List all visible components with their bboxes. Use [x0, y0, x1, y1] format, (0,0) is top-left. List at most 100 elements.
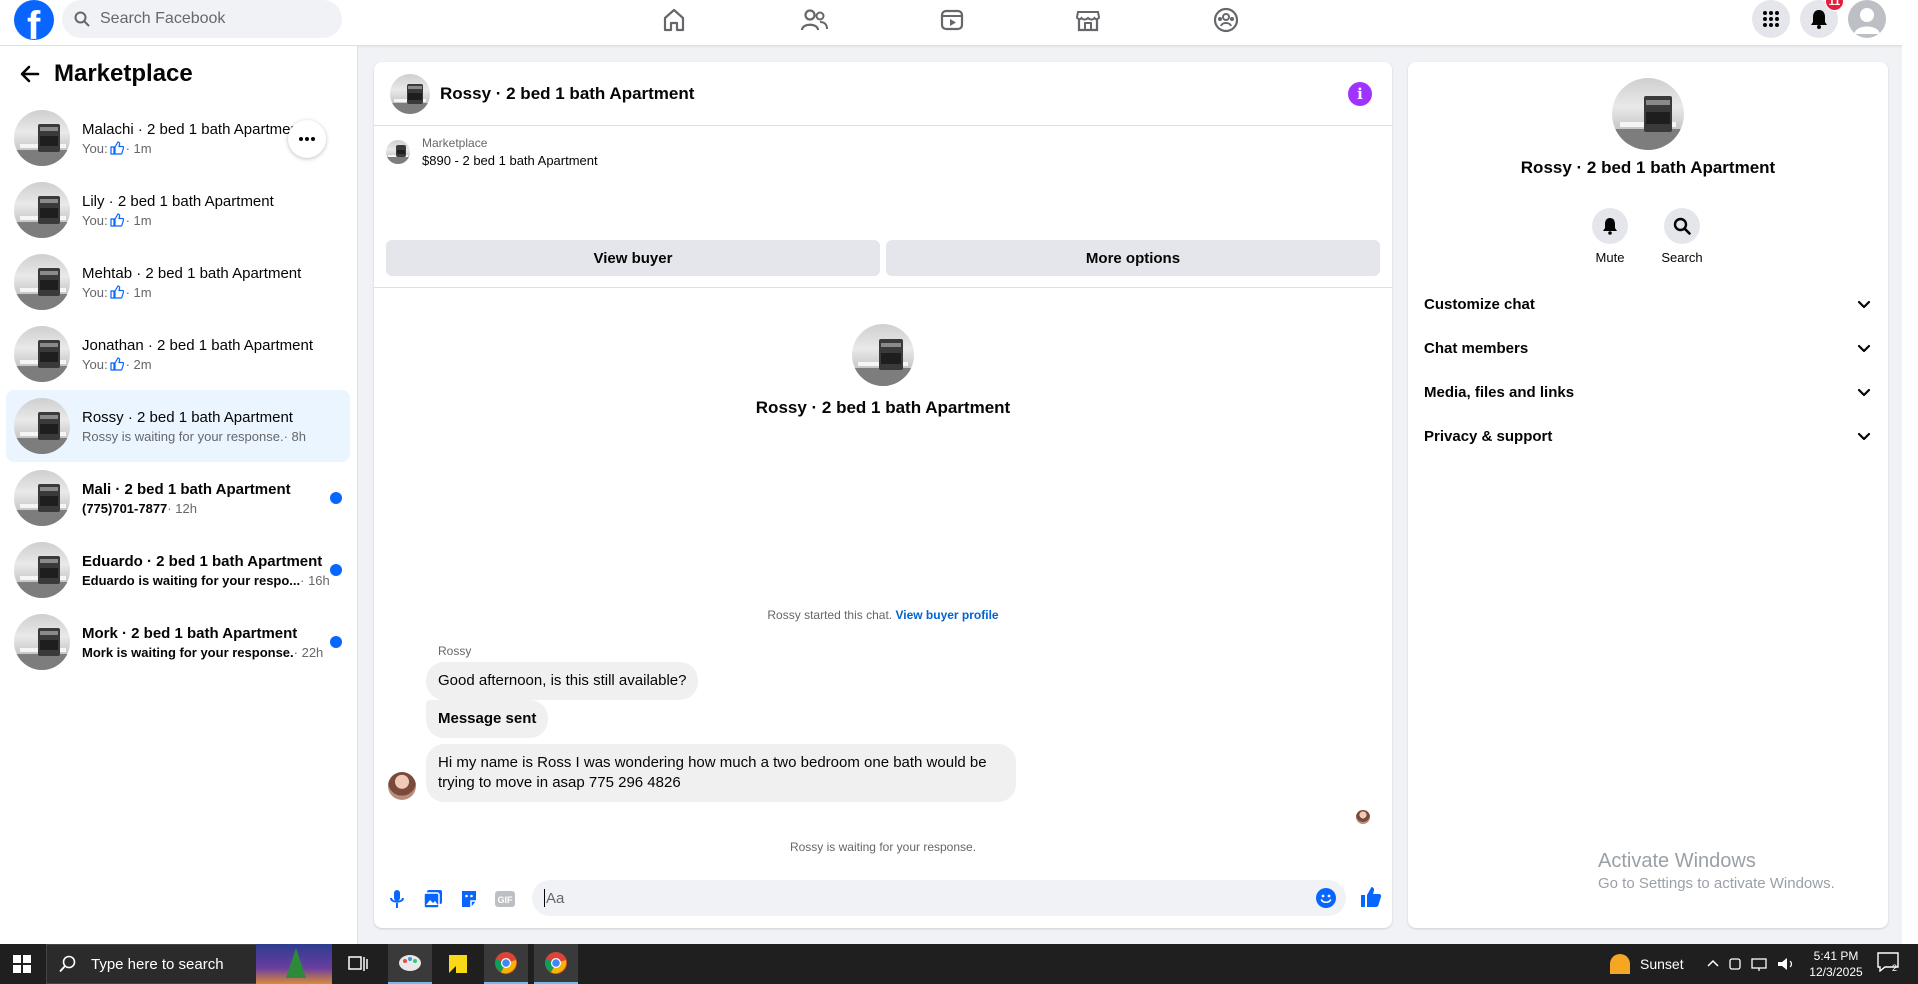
send-like-icon[interactable]	[1358, 884, 1384, 910]
conversation-item[interactable]: Mali · 2 bed 1 bath Apartment (775)701-7…	[6, 462, 350, 534]
sidebar-title: Marketplace	[54, 60, 193, 87]
profile-avatar-icon	[1854, 8, 1880, 34]
search-in-conversation-button[interactable]	[1664, 208, 1700, 244]
paint-app-icon[interactable]	[388, 944, 432, 984]
view-buyer-button[interactable]: View buyer	[386, 240, 880, 276]
home-icon[interactable]	[660, 6, 688, 34]
conversation-item-active[interactable]: Rossy · 2 bed 1 bath Apartment Rossy is …	[6, 390, 350, 462]
conversation-name: Mork · 2 bed 1 bath Apartment	[82, 624, 298, 642]
conversation-item[interactable]: Jonathan · 2 bed 1 bath Apartment You: · …	[6, 318, 350, 390]
listing-avatar	[14, 182, 70, 238]
groups-icon[interactable]	[1212, 6, 1240, 34]
search-facebook-input[interactable]: Search Facebook	[62, 0, 342, 38]
notifications-button[interactable]: 11	[1800, 0, 1844, 38]
more-options-button[interactable]: More options	[886, 240, 1380, 276]
sender-avatar[interactable]	[388, 772, 416, 800]
section-label: Customize chat	[1424, 295, 1535, 313]
windows-taskbar: Type here to search Sunset 5:41 PM 12/3/…	[0, 944, 1918, 984]
back-arrow-icon[interactable]	[18, 62, 42, 86]
customize-chat-section[interactable]: Customize chat	[1408, 282, 1888, 326]
conversation-item[interactable]: Eduardo · 2 bed 1 bath Apartment Eduardo…	[6, 534, 350, 606]
chevron-down-icon	[1857, 388, 1871, 397]
conversation-name: Mehtab · 2 bed 1 bath Apartment	[82, 264, 302, 282]
mute-action[interactable]: Mute	[1580, 208, 1640, 265]
system-tray[interactable]	[1706, 956, 1806, 975]
weather-label: Sunset	[1640, 956, 1684, 972]
chat-members-section[interactable]: Chat members	[1408, 326, 1888, 370]
message-input[interactable]: Aa	[532, 880, 1346, 916]
unread-indicator	[330, 636, 342, 648]
listing-price: $890 - 2 bed 1 bath Apartment	[422, 153, 598, 168]
listing-avatar	[14, 398, 70, 454]
taskbar-search-placeholder: Type here to search	[91, 955, 224, 973]
view-buyer-profile-link[interactable]: View buyer profile	[895, 608, 998, 622]
task-view-icon[interactable]	[336, 944, 380, 984]
message-bubble[interactable]: Hi my name is Ross I was wondering how m…	[426, 744, 1016, 802]
chevron-down-icon	[1857, 432, 1871, 441]
marketplace-icon[interactable]	[1074, 6, 1102, 34]
friends-icon[interactable]	[800, 6, 828, 34]
conversation-preview: Eduardo is waiting for your respo...	[82, 572, 301, 588]
weather-widget[interactable]: Sunset	[1610, 944, 1684, 984]
search-icon	[59, 955, 76, 973]
notification-center-count: 2	[1892, 963, 1897, 972]
section-label: Chat members	[1424, 339, 1529, 357]
conversation-item[interactable]: Malachi · 2 bed 1 bath Apartment You: · 1…	[6, 102, 350, 174]
sticker-icon[interactable]	[458, 888, 480, 910]
details-avatar[interactable]	[1612, 78, 1684, 150]
chat-started-text: Rossy started this chat.	[767, 608, 893, 622]
chat-title[interactable]: Rossy · 2 bed 1 bath Apartment	[440, 84, 694, 104]
sticky-notes-icon[interactable]	[436, 944, 480, 984]
conversation-item[interactable]: Lily · 2 bed 1 bath Apartment You: · 1m	[6, 174, 350, 246]
account-avatar-button[interactable]	[1848, 0, 1886, 38]
media-files-links-section[interactable]: Media, files and links	[1408, 370, 1888, 414]
search-highlight-art[interactable]	[256, 944, 332, 984]
section-label: Media, files and links	[1424, 383, 1575, 401]
windows-start-button[interactable]	[0, 944, 44, 984]
photo-attach-icon[interactable]	[422, 888, 444, 910]
gif-icon[interactable]: GIF	[494, 888, 516, 910]
chrome-profile-icon[interactable]	[534, 944, 578, 984]
message-bubble[interactable]: Message sent	[426, 700, 549, 738]
details-name: Rossy · 2 bed 1 bath Apartment	[1520, 158, 1776, 177]
listing-avatar	[14, 110, 70, 166]
conversation-time: · 8h	[283, 428, 306, 444]
facebook-logo[interactable]: f	[14, 0, 54, 40]
bell-icon	[1603, 218, 1617, 235]
notification-center-icon: 2	[1877, 952, 1899, 973]
bell-icon	[1811, 10, 1827, 29]
menu-grid-button[interactable]	[1752, 0, 1790, 38]
microphone-icon[interactable]	[386, 888, 408, 910]
search-action[interactable]: Search	[1652, 208, 1712, 265]
privacy-support-section[interactable]: Privacy & support	[1408, 414, 1888, 458]
activate-windows-watermark: Activate Windows Go to Settings to activ…	[1598, 850, 1835, 892]
conversation-item[interactable]: Mork · 2 bed 1 bath Apartment Mork is wa…	[6, 606, 350, 678]
mute-button[interactable]	[1592, 208, 1628, 244]
conversation-time: · 16h	[300, 572, 330, 588]
chat-intro: Rossy · 2 bed 1 bath Apartment	[374, 324, 1392, 418]
listing-kicker: Marketplace	[422, 136, 488, 150]
top-navigation-bar: f Search Facebook 11	[0, 0, 1918, 46]
thumbs-up-icon	[109, 357, 124, 371]
conversation-preview: You:	[82, 284, 108, 300]
emoji-icon[interactable]	[1316, 888, 1336, 908]
page-scrollbar[interactable]	[1902, 0, 1918, 944]
conversation-more-button[interactable]	[288, 120, 326, 158]
search-label: Search	[1661, 250, 1703, 265]
conversation-item[interactable]: Mehtab · 2 bed 1 bath Apartment You: · 1m	[6, 246, 350, 318]
video-icon[interactable]	[938, 6, 966, 34]
listing-banner: Marketplace $890 - 2 bed 1 bath Apartmen…	[374, 126, 1392, 288]
waiting-notice: Rossy is waiting for your response.	[789, 840, 977, 854]
listing-thumbnail	[386, 140, 410, 164]
conversation-name: Eduardo · 2 bed 1 bath Apartment	[82, 552, 323, 570]
action-center-button[interactable]: 2	[1876, 952, 1900, 976]
chevron-down-icon	[1857, 300, 1871, 309]
listing-avatar	[14, 614, 70, 670]
message-bubble[interactable]: Good afternoon, is this still available?	[426, 662, 699, 700]
chrome-icon[interactable]	[484, 944, 528, 984]
conversation-name: Lily · 2 bed 1 bath Apartment	[82, 192, 274, 210]
more-dots-icon	[299, 137, 315, 141]
taskbar-clock[interactable]: 5:41 PM 12/3/2025	[1806, 948, 1866, 980]
chat-header-avatar[interactable]	[390, 73, 430, 114]
conversation-info-icon[interactable]: i	[1348, 82, 1372, 106]
